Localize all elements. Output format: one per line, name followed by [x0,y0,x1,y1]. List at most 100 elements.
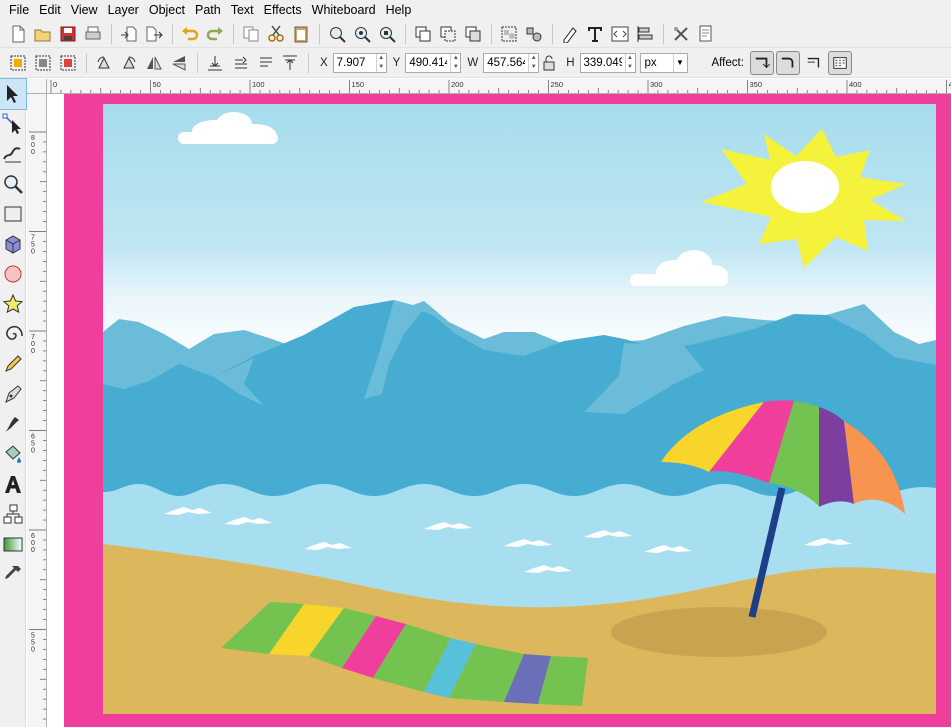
ungroup-icon[interactable] [522,22,546,46]
affect-stroke-width-toggle[interactable] [749,50,774,75]
unit-value: px [644,56,657,69]
select-all-layers-icon[interactable] [31,51,55,75]
node-tool-icon[interactable] [0,109,26,139]
ruler-label: 350 [750,80,763,89]
raise-icon[interactable] [253,51,277,75]
paste-icon[interactable] [289,22,313,46]
ruler-label: 50 [153,80,161,89]
redo-icon[interactable] [203,22,227,46]
save-icon[interactable] [56,22,80,46]
undo-icon[interactable] [178,22,202,46]
h-label: H [566,56,575,69]
copy-icon[interactable] [239,22,263,46]
horizontal-ruler: 05010015020025030035040045 [47,79,951,94]
y-input[interactable] [406,53,451,72]
tweak-tool-icon[interactable] [0,139,26,169]
x-spin-arrows[interactable]: ▲ ▼ [375,53,386,72]
affect-patterns-toggle[interactable] [827,50,852,75]
star-tool-icon[interactable] [0,289,26,319]
print-icon[interactable] [81,22,105,46]
menu-effects[interactable]: Effects [259,1,307,19]
duplicate-icon[interactable] [411,22,435,46]
y-spin-arrows[interactable]: ▲ ▼ [450,53,460,72]
x-spinbox[interactable]: ▲▼ [332,52,387,73]
new-document-icon[interactable] [6,22,30,46]
zoom-selection-icon[interactable] [325,22,349,46]
fill-stroke-icon[interactable] [558,22,582,46]
cut-icon[interactable] [264,22,288,46]
rectangle-tool-icon[interactable] [0,199,26,229]
flip-horizontal-icon[interactable] [142,51,166,75]
connector-tool-icon[interactable] [0,499,26,529]
lock-proportions-icon[interactable] [539,51,559,75]
rotate-cw-icon[interactable] [117,51,141,75]
spiral-tool-icon[interactable] [0,319,26,349]
unlink-clone-icon[interactable] [461,22,485,46]
open-icon[interactable] [31,22,55,46]
y-spinbox[interactable]: ▲▼ [405,52,462,73]
unit-dropdown[interactable]: px ▼ [639,52,688,73]
inkscape-window: File Edit View Layer Object Path Text Ef… [0,0,951,727]
ruler-label: 0 [31,341,35,348]
menu-view[interactable]: View [66,1,103,19]
gradient-tool-icon[interactable] [0,529,26,559]
select-all-icon[interactable] [6,51,30,75]
document-properties-icon[interactable] [694,22,718,46]
menu-object[interactable]: Object [144,1,190,19]
menu-help[interactable]: Help [381,1,417,19]
pencil-tool-icon[interactable] [0,349,26,379]
invert-selection-icon[interactable] [56,51,80,75]
menu-path[interactable]: Path [190,1,226,19]
chevron-down-icon: ▼ [672,53,687,72]
menu-layer[interactable]: Layer [103,1,144,19]
separator [491,23,492,44]
menu-whiteboard[interactable]: Whiteboard [307,1,381,19]
ruler-label: 0 [31,547,35,554]
text-tool-icon[interactable] [0,469,26,499]
xml-editor-icon[interactable] [608,22,632,46]
h-input[interactable] [580,53,625,72]
text-font-icon[interactable] [583,22,607,46]
ellipse-tool-icon[interactable] [0,259,26,289]
affect-label: Affect: [711,56,744,69]
affect-gradients-toggle[interactable] [802,51,826,75]
zoom-tool-icon[interactable] [0,169,26,199]
w-spin-arrows[interactable]: ▲ ▼ [528,53,538,72]
h-spin-arrows[interactable]: ▲ ▼ [624,53,635,72]
import-icon[interactable] [117,22,141,46]
x-input[interactable] [333,53,376,72]
calligraphy-tool-icon[interactable] [0,409,26,439]
ruler-label: 5 [31,441,35,448]
menu-text[interactable]: Text [226,1,259,19]
zoom-page-icon[interactable] [375,22,399,46]
export-icon[interactable] [142,22,166,46]
w-input[interactable] [484,53,529,72]
selector-tool-icon[interactable] [0,78,27,110]
flip-vertical-icon[interactable] [167,51,191,75]
tool-controls-toolbar: X ▲▼ Y ▲▼ W ▲▼ H ▲▼ px ▼ Affect: [0,48,951,78]
pen-tool-icon[interactable] [0,379,26,409]
ruler-label: 250 [551,80,564,89]
h-spinbox[interactable]: ▲▼ [579,52,636,73]
ruler-label: 400 [849,80,862,89]
ruler-label: 100 [252,80,265,89]
group-icon[interactable] [497,22,521,46]
preferences-icon[interactable] [669,22,693,46]
zoom-drawing-icon[interactable] [350,22,374,46]
dropper-tool-icon[interactable] [0,559,26,589]
w-spinbox[interactable]: ▲▼ [483,52,540,73]
lower-to-bottom-icon[interactable] [203,51,227,75]
raise-to-top-icon[interactable] [278,51,302,75]
drawing-canvas[interactable] [47,94,951,727]
menu-edit[interactable]: Edit [34,1,66,19]
ruler-label: 5 [31,633,35,640]
paint-bucket-tool-icon[interactable] [0,439,26,469]
3d-box-tool-icon[interactable] [0,229,26,259]
clone-icon[interactable] [436,22,460,46]
align-icon[interactable] [633,22,657,46]
separator [233,23,234,44]
lower-icon[interactable] [228,51,252,75]
rotate-ccw-icon[interactable] [92,51,116,75]
menu-file[interactable]: File [4,1,34,19]
affect-rounded-corners-toggle[interactable] [775,50,800,75]
